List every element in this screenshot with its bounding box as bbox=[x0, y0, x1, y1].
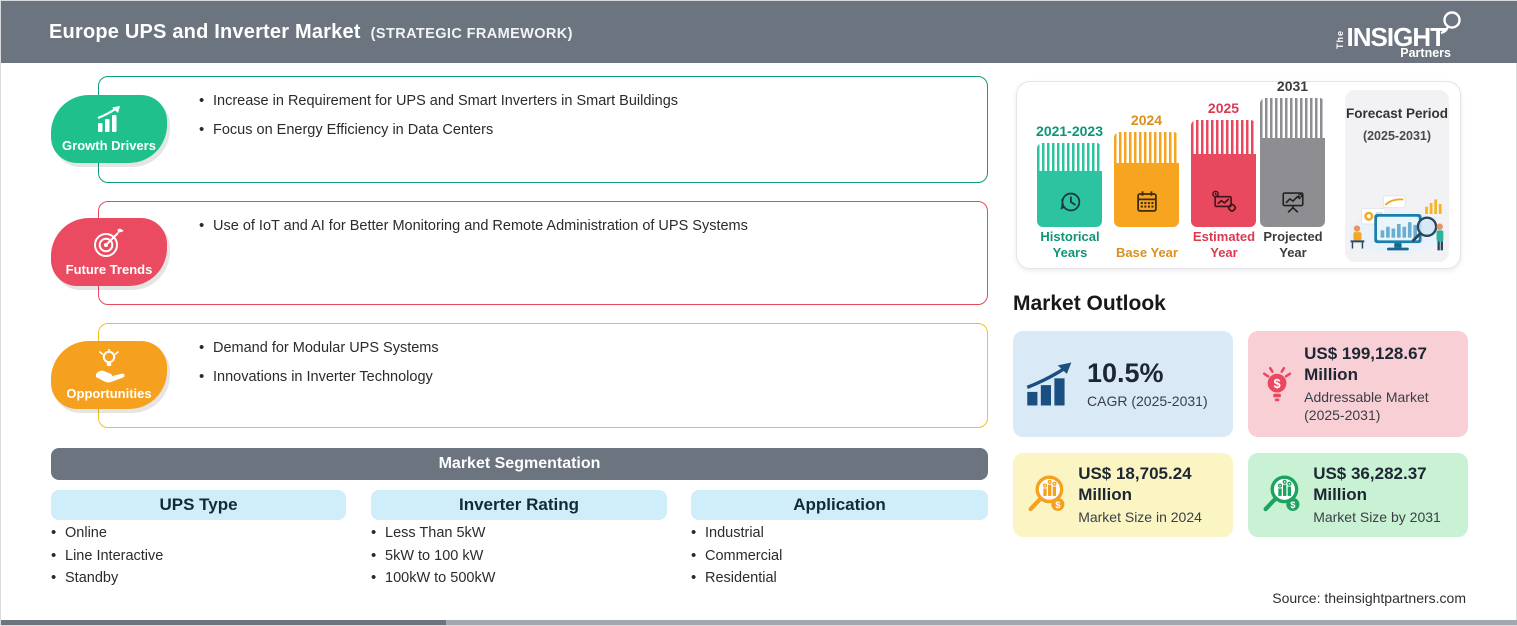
list-item: Residential bbox=[691, 570, 782, 586]
segment-header-label: Inverter Rating bbox=[459, 495, 579, 515]
addressable-market-value: US$ 199,128.67 Million bbox=[1304, 344, 1456, 385]
cagr-label: CAGR (2025-2031) bbox=[1087, 392, 1208, 410]
growth-drivers-badge: Growth Drivers bbox=[51, 95, 167, 163]
timeline-bar bbox=[1114, 132, 1179, 227]
timeline-bar-projected: 2031 bbox=[1260, 78, 1325, 227]
timeline-bar-estimated: 2025 bbox=[1191, 100, 1256, 227]
list-item: Industrial bbox=[691, 525, 782, 541]
history-clock-icon bbox=[1054, 186, 1086, 218]
market-segmentation-title: Market Segmentation bbox=[439, 455, 601, 473]
timeline-bar bbox=[1260, 98, 1325, 227]
bullet-item: Increase in Requirement for UPS and Smar… bbox=[199, 93, 967, 109]
market-size-2024-label: Market Size in 2024 bbox=[1078, 508, 1221, 526]
page-subtitle-text: (STRATEGIC FRAMEWORK) bbox=[371, 26, 573, 42]
segment-header-ups-type: UPS Type bbox=[51, 490, 346, 520]
list-item: Standby bbox=[51, 570, 163, 586]
timeline-bar-caption: Estimated Year bbox=[1185, 229, 1263, 262]
badge-label: Future Trends bbox=[66, 262, 153, 277]
magnifier-bars-icon: $ bbox=[1025, 469, 1068, 521]
badge-label: Opportunities bbox=[66, 386, 151, 401]
cagr-card: 10.5% CAGR (2025-2031) bbox=[1013, 331, 1233, 437]
analysts-illustration bbox=[1347, 192, 1447, 256]
magnifier-lens-icon bbox=[1439, 11, 1463, 39]
timeline-bar-caption: Historical Years bbox=[1031, 229, 1109, 262]
header-bar: Europe UPS and Inverter Market (STRATEGI… bbox=[1, 1, 1517, 63]
timeline-bar-historical: 2021-2023 bbox=[1037, 123, 1102, 227]
badge-label: Growth Drivers bbox=[62, 138, 156, 153]
svg-text:$: $ bbox=[1274, 376, 1281, 391]
timeline-year-label: 2025 bbox=[1208, 100, 1239, 116]
source-attribution: Source: theinsightpartners.com bbox=[1272, 590, 1466, 606]
presentation-chart-icon bbox=[1277, 186, 1309, 218]
list-item: 100kW to 500kW bbox=[371, 570, 495, 586]
footer-bar-light bbox=[446, 620, 1517, 625]
timeline-year-label: 2024 bbox=[1131, 112, 1162, 128]
growth-drivers-box: Increase in Requirement for UPS and Smar… bbox=[98, 76, 988, 183]
forecast-period-range: (2025-2031) bbox=[1363, 129, 1431, 143]
future-trends-badge: Future Trends bbox=[51, 218, 167, 286]
segment-header-label: UPS Type bbox=[159, 495, 237, 515]
market-size-2031-value: US$ 36,282.37 Million bbox=[1313, 464, 1456, 505]
opportunities-box: Demand for Modular UPS Systems Innovatio… bbox=[98, 323, 988, 428]
analytics-gear-icon bbox=[1208, 186, 1240, 218]
timeline-bar-caption: Projected Year bbox=[1254, 229, 1332, 262]
market-size-2024-card: $ US$ 18,705.24 Million Market Size in 2… bbox=[1013, 453, 1233, 537]
addressable-market-card: $ US$ 199,128.67 Million Addressable Mar… bbox=[1248, 331, 1468, 437]
list-item: Less Than 5kW bbox=[371, 525, 495, 541]
forecast-period-title: Forecast Period bbox=[1346, 106, 1448, 123]
svg-text:$: $ bbox=[1055, 500, 1061, 510]
market-outlook-title: Market Outlook bbox=[1013, 292, 1166, 316]
page-title: Europe UPS and Inverter Market (STRATEGI… bbox=[49, 21, 573, 44]
timeline-bar-caption: Base Year bbox=[1108, 245, 1186, 261]
cagr-value: 10.5% bbox=[1087, 357, 1208, 390]
timeline-panel: 2021-2023 Historical Years 2024 bbox=[1016, 81, 1461, 269]
segment-header-inverter-rating: Inverter Rating bbox=[371, 490, 667, 520]
list-item: Commercial bbox=[691, 548, 782, 564]
bullet-item: Focus on Energy Efficiency in Data Cente… bbox=[199, 122, 967, 138]
opportunities-badge: Opportunities bbox=[51, 341, 167, 409]
bar-chart-rising-icon bbox=[92, 105, 126, 135]
market-size-2024-value: US$ 18,705.24 Million bbox=[1078, 464, 1221, 505]
list-item: Online bbox=[51, 525, 163, 541]
market-size-2031-card: $ US$ 36,282.37 Million Market Size by 2… bbox=[1248, 453, 1468, 537]
list-item: 5kW to 100 kW bbox=[371, 548, 495, 564]
calendar-icon bbox=[1131, 186, 1163, 218]
footer-bar-dark bbox=[1, 620, 446, 625]
application-list: Industrial Commercial Residential bbox=[691, 525, 782, 593]
list-item: Line Interactive bbox=[51, 548, 163, 564]
timeline-bar bbox=[1037, 143, 1102, 227]
segment-header-label: Application bbox=[793, 495, 886, 515]
timeline-year-label: 2021-2023 bbox=[1036, 123, 1103, 139]
timeline-bar bbox=[1191, 120, 1256, 227]
svg-text:$: $ bbox=[1290, 500, 1296, 510]
magnifier-bars-icon: $ bbox=[1260, 469, 1303, 521]
ups-type-list: Online Line Interactive Standby bbox=[51, 525, 163, 593]
market-segmentation-header: Market Segmentation bbox=[51, 448, 988, 480]
timeline-bar-base: 2024 bbox=[1114, 112, 1179, 227]
bullet-item: Demand for Modular UPS Systems bbox=[199, 340, 967, 356]
timeline-year-label: 2031 bbox=[1277, 78, 1308, 94]
bullet-item: Innovations in Inverter Technology bbox=[199, 369, 967, 385]
dollar-lightbulb-icon: $ bbox=[1260, 359, 1294, 409]
page-title-text: Europe UPS and Inverter Market bbox=[49, 21, 361, 44]
growth-bars-arrow-icon bbox=[1025, 361, 1077, 407]
brand-logo: The INSIGHT Partners bbox=[1336, 11, 1463, 60]
target-dart-icon bbox=[92, 227, 126, 259]
hand-lightbulb-icon bbox=[91, 349, 127, 383]
bullet-item: Use of IoT and AI for Better Monitoring … bbox=[199, 218, 967, 234]
market-size-2031-label: Market Size by 2031 bbox=[1313, 508, 1456, 526]
forecast-period-box: Forecast Period (2025-2031) bbox=[1345, 90, 1449, 262]
inverter-rating-list: Less Than 5kW 5kW to 100 kW 100kW to 500… bbox=[371, 525, 495, 593]
future-trends-box: Use of IoT and AI for Better Monitoring … bbox=[98, 201, 988, 305]
segment-header-application: Application bbox=[691, 490, 988, 520]
addressable-market-label: Addressable Market (2025-2031) bbox=[1304, 388, 1456, 424]
logo-the-text: The bbox=[1336, 28, 1345, 49]
